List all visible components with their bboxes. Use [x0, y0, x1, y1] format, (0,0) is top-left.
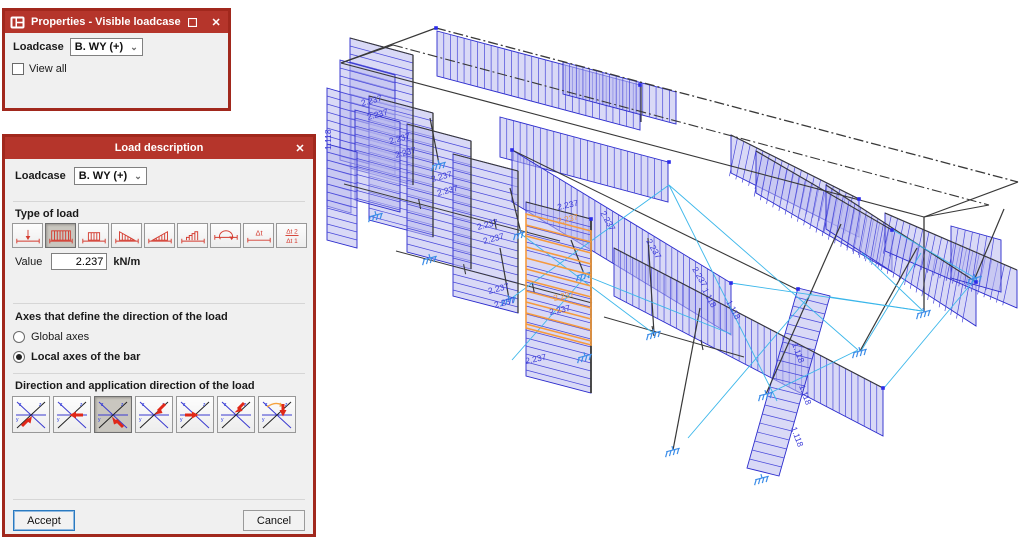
loadcase-dropdown[interactable]: B. WY (+) ⌄ — [69, 38, 143, 56]
load-value-label: 1.118 — [323, 129, 333, 150]
partial-uniform-load-icon[interactable] — [78, 223, 109, 248]
direction-toolbar: zzy zzy zzy z y z z y z z y z z y — [12, 396, 296, 433]
point-load-icon[interactable] — [12, 223, 43, 248]
load-description-window: Load description ✕ Loadcase B. WY (+) ⌄ … — [2, 134, 316, 537]
axes-arrow-down-rotation-icon[interactable]: zzy — [258, 396, 296, 433]
svg-text:z: z — [224, 402, 227, 408]
properties-window-titlebar[interactable]: Properties - Visible loadcase ✕ — [5, 11, 228, 33]
axes-arrow-sw-icon[interactable]: zzy — [135, 396, 173, 433]
local-axes-radio[interactable] — [13, 351, 25, 363]
app-icon — [10, 16, 25, 29]
local-axes-label: Local axes of the bar — [31, 351, 141, 363]
value-input[interactable]: 2.237 — [51, 253, 108, 270]
uniform-load-icon[interactable] — [45, 223, 76, 248]
chevron-down-icon: ⌄ — [130, 41, 138, 52]
triangular-load-left-icon[interactable] — [111, 223, 142, 248]
svg-text:y: y — [98, 417, 101, 423]
svg-text:y: y — [262, 417, 265, 423]
view-all-label: View all — [29, 63, 67, 75]
separator — [13, 201, 305, 202]
separator — [13, 303, 305, 304]
window-title: Properties - Visible loadcase — [31, 16, 181, 28]
application-window: { "properties_window": { "title": "Prope… — [0, 0, 1024, 547]
loadcase-dropdown[interactable]: B. WY (+) ⌄ — [73, 167, 147, 185]
delta-t-text: Δt — [255, 229, 263, 238]
global-axes-label: Global axes — [31, 331, 90, 343]
window-title: Load description — [114, 142, 204, 154]
axes-section-label: Axes that define the direction of the lo… — [15, 311, 228, 323]
chevron-down-icon: ⌄ — [134, 170, 142, 181]
value-label: Value — [15, 255, 43, 268]
axes-arrow-w-icon[interactable]: zzy — [53, 396, 91, 433]
axes-arrow-nw-icon[interactable]: zzy — [94, 396, 132, 433]
global-axes-radio[interactable] — [13, 331, 25, 343]
axes-arrow-sw-steep-icon[interactable]: zzy — [217, 396, 255, 433]
delta-t-icon[interactable]: Δt — [243, 223, 274, 248]
separator — [13, 373, 305, 374]
close-icon[interactable]: ✕ — [204, 11, 228, 33]
axes-arrow-ne-icon[interactable]: zzy — [12, 396, 50, 433]
close-icon[interactable]: ✕ — [287, 137, 313, 159]
svg-text:y: y — [221, 417, 224, 423]
delta-t2-t1-icon[interactable]: Δt 2 Δt 1 — [276, 223, 307, 248]
load-value-label: 1.118 — [789, 425, 806, 448]
svg-text:y: y — [180, 417, 183, 423]
svg-text:y: y — [139, 417, 142, 423]
load-window-titlebar[interactable]: Load description ✕ — [5, 137, 313, 159]
moment-load-icon[interactable] — [210, 223, 241, 248]
loadcase-label: Loadcase — [15, 170, 66, 182]
svg-text:z: z — [60, 402, 63, 408]
svg-text:Δt 2: Δt 2 — [286, 229, 298, 236]
load-type-toolbar: Δt Δt 2 Δt 1 — [12, 223, 307, 248]
triangular-load-right-icon[interactable] — [144, 223, 175, 248]
svg-text:y: y — [57, 417, 60, 423]
separator — [13, 499, 305, 500]
axes-arrow-e-icon[interactable]: zzy — [176, 396, 214, 433]
direction-section-label: Direction and application direction of t… — [15, 380, 255, 392]
unit-label: kN/m — [113, 255, 141, 268]
stepped-load-icon[interactable] — [177, 223, 208, 248]
loadcase-label: Loadcase — [13, 41, 64, 53]
properties-visible-loadcase-window: Properties - Visible loadcase ✕ Loadcase… — [2, 8, 231, 111]
type-of-load-label: Type of load — [15, 208, 79, 220]
svg-text:y: y — [16, 417, 19, 423]
svg-text:z: z — [183, 402, 186, 408]
svg-text:z: z — [101, 402, 104, 408]
view-all-checkbox[interactable] — [12, 63, 24, 75]
svg-text:Δt 1: Δt 1 — [286, 238, 298, 245]
cancel-button[interactable]: Cancel — [243, 510, 305, 531]
accept-button[interactable]: Accept — [13, 510, 75, 531]
svg-text:z: z — [19, 402, 22, 408]
maximize-button[interactable] — [181, 11, 205, 33]
svg-text:z: z — [142, 402, 145, 408]
